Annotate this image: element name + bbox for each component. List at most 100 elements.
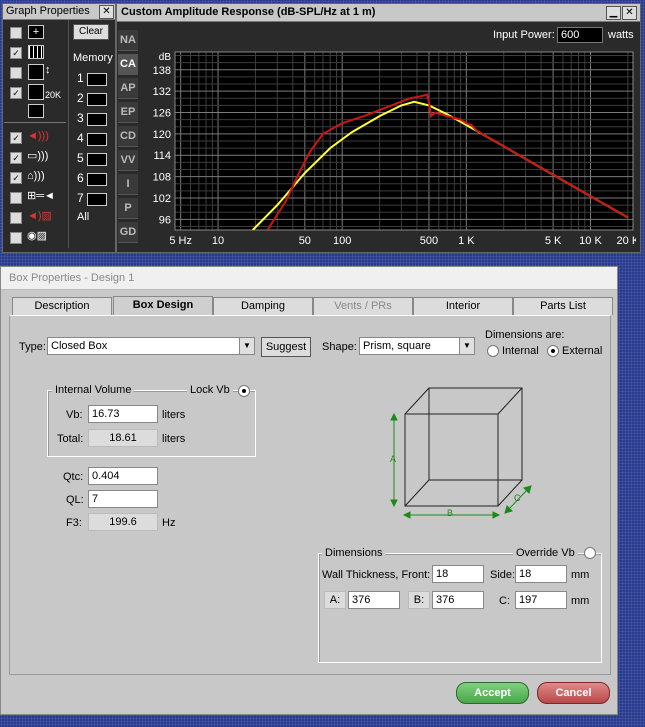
cancel-button[interactable]: Cancel [537,682,610,704]
wall-thickness-front-input[interactable] [432,565,484,583]
f3-unit: Hz [162,517,176,529]
memory-slot-button[interactable] [87,193,107,206]
side-tab-ap[interactable]: AP [118,78,138,99]
memory-slot-button[interactable] [87,93,107,106]
wall-thickness-front-label: Wall Thickness, Front: [322,569,431,581]
close-icon[interactable]: ✕ [622,6,637,20]
side-tab-vv[interactable]: VV [118,150,138,171]
c-input[interactable] [515,591,567,609]
accept-button[interactable]: Accept [456,682,529,704]
checkbox-driver-1[interactable]: ✓ [10,132,22,144]
suggest-button[interactable]: Suggest [261,337,311,357]
internal-radio[interactable] [487,345,499,357]
memory-all-label[interactable]: All [77,211,89,223]
view-icon[interactable] [28,104,44,118]
qtc-input[interactable] [88,467,158,485]
graph-titlebar: Custom Amplitude Response (dB-SPL/Hz at … [117,4,640,22]
input-power-unit: watts [608,29,634,41]
side-tab-cd[interactable]: CD [118,126,138,147]
box-titlebar: Box Properties - Design 1 [1,267,617,290]
tab-vents-prs[interactable]: Vents / PRs [313,297,413,315]
crosshair-icon: + [28,25,44,39]
side-unit: mm [571,569,590,581]
memory-slot-number: 6 [77,171,84,185]
memory-slot-button[interactable] [87,113,107,126]
side-input[interactable] [515,565,567,583]
memory-slot-button[interactable] [87,173,107,186]
c-unit: mm [571,595,590,607]
type-select[interactable]: Closed Box ▼ [47,337,255,355]
tab-box-design[interactable]: Box Design [113,296,213,316]
grid-icon [28,45,44,59]
checkbox-driver-3[interactable]: ✓ [10,172,22,184]
range-icon [28,84,44,100]
b-label-box: B: [408,591,430,609]
tab-description[interactable]: Description [12,297,112,315]
side-tab-gd[interactable]: GD [118,222,138,243]
input-power-field[interactable] [557,27,603,43]
c-label: C: [499,595,510,607]
box-dimension-diagram: A B C [390,387,532,519]
x-tick-label: 10 [212,235,224,247]
side-label: Side: [490,569,516,581]
qtc-label: Qtc: [63,471,84,483]
a-label-box: A: [324,591,346,609]
dimensions-are-label: Dimensions are: [485,329,565,341]
chevron-down-icon[interactable]: ▼ [459,338,474,354]
checkbox-driver-2[interactable]: ✓ [10,152,22,164]
side-tab-ep[interactable]: EP [118,102,138,123]
memory-slot-button[interactable] [87,73,107,86]
y-tick-label: 126 [153,108,171,120]
chevron-down-icon[interactable]: ▼ [239,338,254,354]
memory-slot-number: 5 [77,151,84,165]
amplifier-icon: ▭))) [27,150,49,162]
close-icon[interactable]: ✕ [99,5,114,19]
side-tab-na[interactable]: NA [118,30,138,51]
override-vb-label: Override Vb [513,547,578,560]
checkbox-driver-4[interactable] [10,192,22,204]
memory-slot-button[interactable] [87,153,107,166]
lock-vb-radio[interactable] [238,385,250,397]
box-window-title: Box Properties - Design 1 [9,272,135,284]
memory-slot-number: 3 [77,111,84,125]
shape-select[interactable]: Prism, square ▼ [359,337,475,355]
y-tick-label: 132 [153,86,171,98]
a-input[interactable] [348,591,400,609]
amplitude-chart[interactable]: 138 132 126 120 114 108 102 96 dB 5 Hz 10 50 100 500 1… [140,44,636,250]
crossover-icon: ⊞═◄ [27,190,55,202]
side-tab-p[interactable]: P [118,198,138,219]
memory-slot-button[interactable] [87,133,107,146]
speaker-icon: ◄))) [27,130,49,142]
y-tick-label: 102 [153,193,171,205]
woofer-chart-icon: ◉▨ [27,230,47,242]
tab-damping[interactable]: Damping [213,297,313,315]
tab-parts-list[interactable]: Parts List [513,297,613,315]
checkbox-driver-6[interactable] [10,232,22,244]
type-select-value: Closed Box [51,340,108,352]
panel-divider-vertical [68,20,69,248]
side-tab-ca[interactable]: CA [118,54,138,75]
b-input[interactable] [432,591,484,609]
memory-slot-number: 2 [77,91,84,105]
vb-unit: liters [162,409,186,421]
checkbox-axis-scale[interactable] [10,67,22,79]
speaker-chart-icon: ◄)▨ [27,210,52,222]
tab-interior[interactable]: Interior [413,297,513,315]
checkbox-cross-cursor[interactable] [10,27,22,39]
checkbox-grid[interactable]: ✓ [10,47,22,59]
total-value: 18.61 [88,429,158,447]
clear-button[interactable]: Clear [73,24,109,40]
override-vb-radio[interactable] [584,547,596,559]
vb-input[interactable] [88,405,158,423]
checkbox-range-20k[interactable]: ✓ [10,87,22,99]
vb-label: Vb: [66,409,83,421]
minimize-icon[interactable]: ▁ [606,6,621,20]
ql-input[interactable] [88,490,158,508]
checkbox-driver-5[interactable] [10,212,22,224]
cube-front-face [404,413,499,507]
external-label: External [562,345,603,357]
cube-label-a: A [390,454,396,464]
external-radio[interactable] [547,345,559,357]
side-tab-i[interactable]: I [118,174,138,195]
x-tick-label: 5 K [545,235,562,247]
